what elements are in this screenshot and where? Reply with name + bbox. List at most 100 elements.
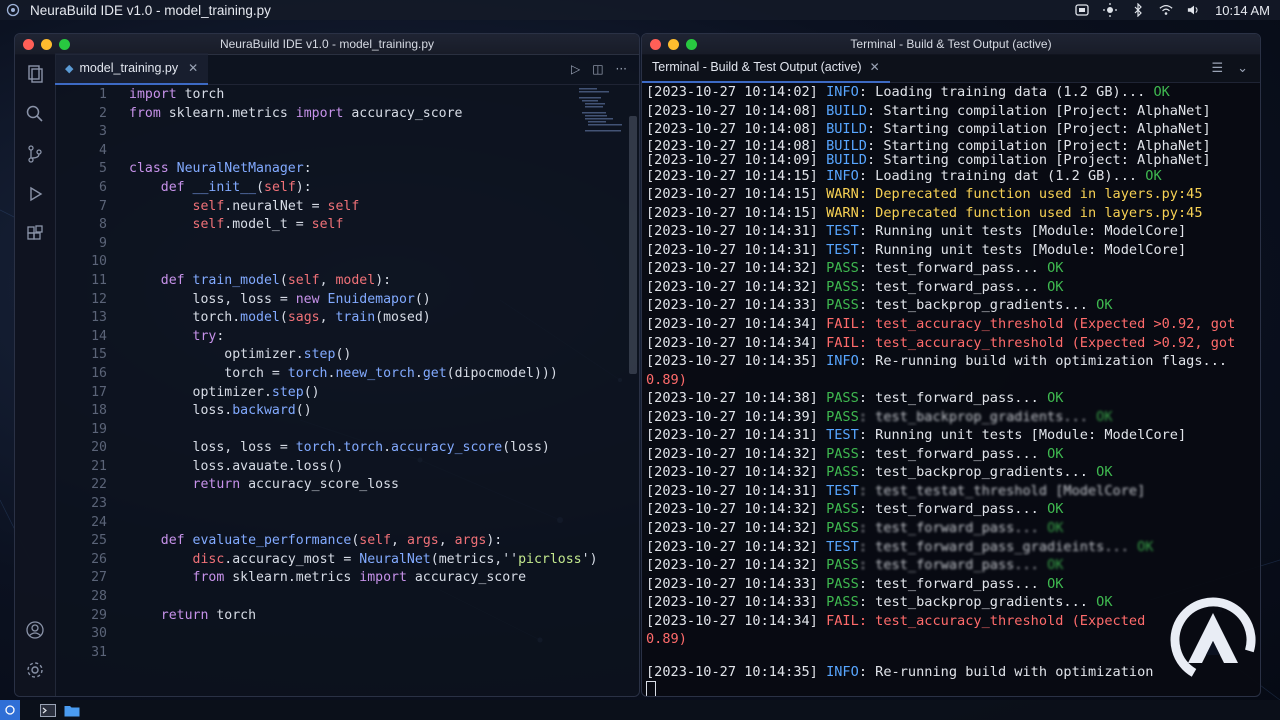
code-line[interactable]: 10	[55, 253, 627, 272]
code-line[interactable]: 4	[55, 142, 627, 161]
volume-icon[interactable]	[1187, 4, 1201, 16]
code-token: torch	[208, 607, 257, 623]
code-line[interactable]: 12 loss, loss = new Enuidemapor()	[55, 291, 627, 310]
code-line[interactable]: 7 self.neuralNet = self	[55, 198, 627, 217]
run-debug-icon[interactable]	[15, 174, 55, 214]
app-logo-icon[interactable]	[6, 3, 20, 17]
log-message: : test_forward_pass...	[858, 278, 1048, 295]
code-line[interactable]: 28	[55, 588, 627, 607]
minimap[interactable]	[579, 86, 625, 146]
maximize-window-button[interactable]	[59, 38, 70, 50]
editor-window: NeuraBuild IDE v1.0 - model_training.py	[14, 33, 640, 697]
code-line[interactable]: 24	[55, 514, 627, 533]
code-line[interactable]: 9	[55, 235, 627, 254]
minimize-window-button[interactable]	[668, 38, 679, 50]
code-line[interactable]: 18 loss.backward()	[55, 402, 627, 421]
tab-model-training[interactable]: ◆ model_training.py ✕	[55, 53, 209, 85]
wifi-icon[interactable]	[1159, 4, 1173, 16]
log-message: : test_accuracy_threshold (Expected >0.9…	[858, 334, 1236, 351]
split-editor-icon[interactable]: ◫	[592, 62, 603, 76]
code-token: ):	[375, 272, 392, 288]
extensions-icon[interactable]	[15, 214, 55, 254]
line-number: 16	[91, 365, 107, 381]
code-token: args	[454, 533, 487, 549]
code-line[interactable]: 3	[55, 123, 627, 142]
log-timestamp: [2023-10-27 10:14:15]	[646, 167, 827, 184]
code-line[interactable]: 19	[55, 421, 627, 440]
code-line[interactable]: 14 try:	[55, 328, 627, 347]
bluetooth-icon[interactable]	[1131, 3, 1145, 17]
more-actions-icon[interactable]: ···	[616, 62, 627, 76]
explorer-icon[interactable]	[15, 54, 55, 94]
line-number: 23	[91, 496, 107, 512]
code-line[interactable]: 21 loss.avauate.loss()	[55, 458, 627, 477]
code-token: loss.	[129, 403, 233, 419]
code-token: loss, loss =	[129, 440, 296, 456]
line-number: 10	[91, 254, 107, 270]
code-token: backward	[232, 403, 296, 419]
code-token: ,	[391, 533, 407, 549]
code-line[interactable]: 26 disc.accuracy_most = NeuralNet(metric…	[55, 551, 627, 570]
code-line[interactable]: 30	[55, 625, 627, 644]
terminal-titlebar[interactable]: Terminal - Build & Test Output (active)	[642, 34, 1260, 55]
close-tab-icon[interactable]: ✕	[870, 60, 880, 74]
code-line[interactable]: 31	[55, 644, 627, 663]
code-line[interactable]: 8 self.model_t = self	[55, 216, 627, 235]
file-manager-icon[interactable]	[60, 700, 84, 720]
code-line[interactable]: 15 optimizer.step()	[55, 346, 627, 365]
log-timestamp: [2023-10-27 10:14:31]	[646, 241, 827, 258]
code-editor[interactable]: 1 import torch 2 from sklearn.metrics impor…	[55, 86, 627, 696]
menu-lines-icon[interactable]: ☰	[1211, 61, 1223, 76]
close-tab-icon[interactable]: ✕	[188, 61, 198, 75]
log-message: : test_forward_pass...	[858, 260, 1048, 277]
editor-scrollbar[interactable]	[629, 116, 637, 374]
settings-gear-icon[interactable]	[15, 650, 55, 690]
clock[interactable]: 10:14 AM	[1215, 3, 1270, 18]
maximize-window-button[interactable]	[686, 38, 697, 50]
code-line[interactable]: 11 def train_model(self, model):	[55, 272, 627, 291]
account-icon[interactable]	[15, 610, 55, 650]
code-token: accuracy_score_loss	[240, 477, 399, 493]
code-text: loss, loss = new Enuidemapor()	[129, 291, 431, 310]
source-control-icon[interactable]	[15, 134, 55, 174]
terminal-line: [2023-10-27 10:14:31] TEST: Running unit…	[646, 426, 1256, 445]
code-line[interactable]: 25 def evaluate_performance(self, args, …	[55, 532, 627, 551]
code-line[interactable]: 29 return torch	[55, 607, 627, 626]
code-line[interactable]: 5 class NeuralNetManager:	[55, 160, 627, 179]
log-ok-status: OK	[1047, 260, 1064, 277]
code-line[interactable]: 17 optimizer.step()	[55, 384, 627, 403]
code-line[interactable]: 2 from sklearn.metrics import accuracy_sc…	[55, 105, 627, 124]
terminal-window-title: Terminal - Build & Test Output (active)	[850, 37, 1052, 51]
search-icon[interactable]	[15, 94, 55, 134]
log-level: PASS	[826, 501, 859, 518]
code-line[interactable]: 27 from sklearn.metrics import accuracy_…	[55, 569, 627, 588]
screen-capture-icon[interactable]	[1075, 4, 1089, 16]
code-line[interactable]: 6 def __init__(self):	[55, 179, 627, 198]
tab-terminal-output[interactable]: Terminal - Build & Test Output (active) …	[642, 53, 890, 83]
code-token: accuracy_score	[391, 440, 503, 456]
log-timestamp: [2023-10-27 10:14:09]	[646, 152, 827, 167]
minimize-window-button[interactable]	[41, 38, 52, 50]
code-token: :	[303, 161, 312, 177]
code-line[interactable]: 16 torch = torch.neew_torch.get(dipocmod…	[55, 365, 627, 384]
code-line[interactable]: 13 torch.model(sags, train(mosed)	[55, 309, 627, 328]
code-token: sklearn.metrics	[160, 105, 296, 121]
code-line[interactable]: 23	[55, 495, 627, 514]
close-window-button[interactable]	[650, 38, 661, 50]
code-line[interactable]: 22 return accuracy_score_loss	[55, 476, 627, 495]
close-window-button[interactable]	[23, 38, 34, 50]
run-file-icon[interactable]: ▷	[571, 62, 580, 76]
chevron-down-icon[interactable]: ⌄	[1237, 61, 1248, 76]
code-line[interactable]: 1 import torch	[55, 86, 627, 105]
terminal-line: [2023-10-27 10:14:08] BUILD: Starting co…	[646, 120, 1256, 139]
editor-titlebar[interactable]: NeuraBuild IDE v1.0 - model_training.py	[15, 34, 639, 55]
code-token: (dipocmodel)))	[446, 365, 558, 381]
terminal-app-icon[interactable]	[36, 700, 60, 720]
start-menu-button[interactable]	[0, 700, 20, 720]
brightness-icon[interactable]	[1103, 3, 1118, 17]
log-timestamp: [2023-10-27 10:14:15]	[646, 186, 827, 203]
code-line[interactable]: 20 loss, loss = torch.torch.accuracy_sco…	[55, 439, 627, 458]
code-token: sags	[287, 310, 320, 326]
log-ok-status: OK	[1047, 575, 1064, 592]
code-token: evaluate_performance	[184, 533, 352, 549]
